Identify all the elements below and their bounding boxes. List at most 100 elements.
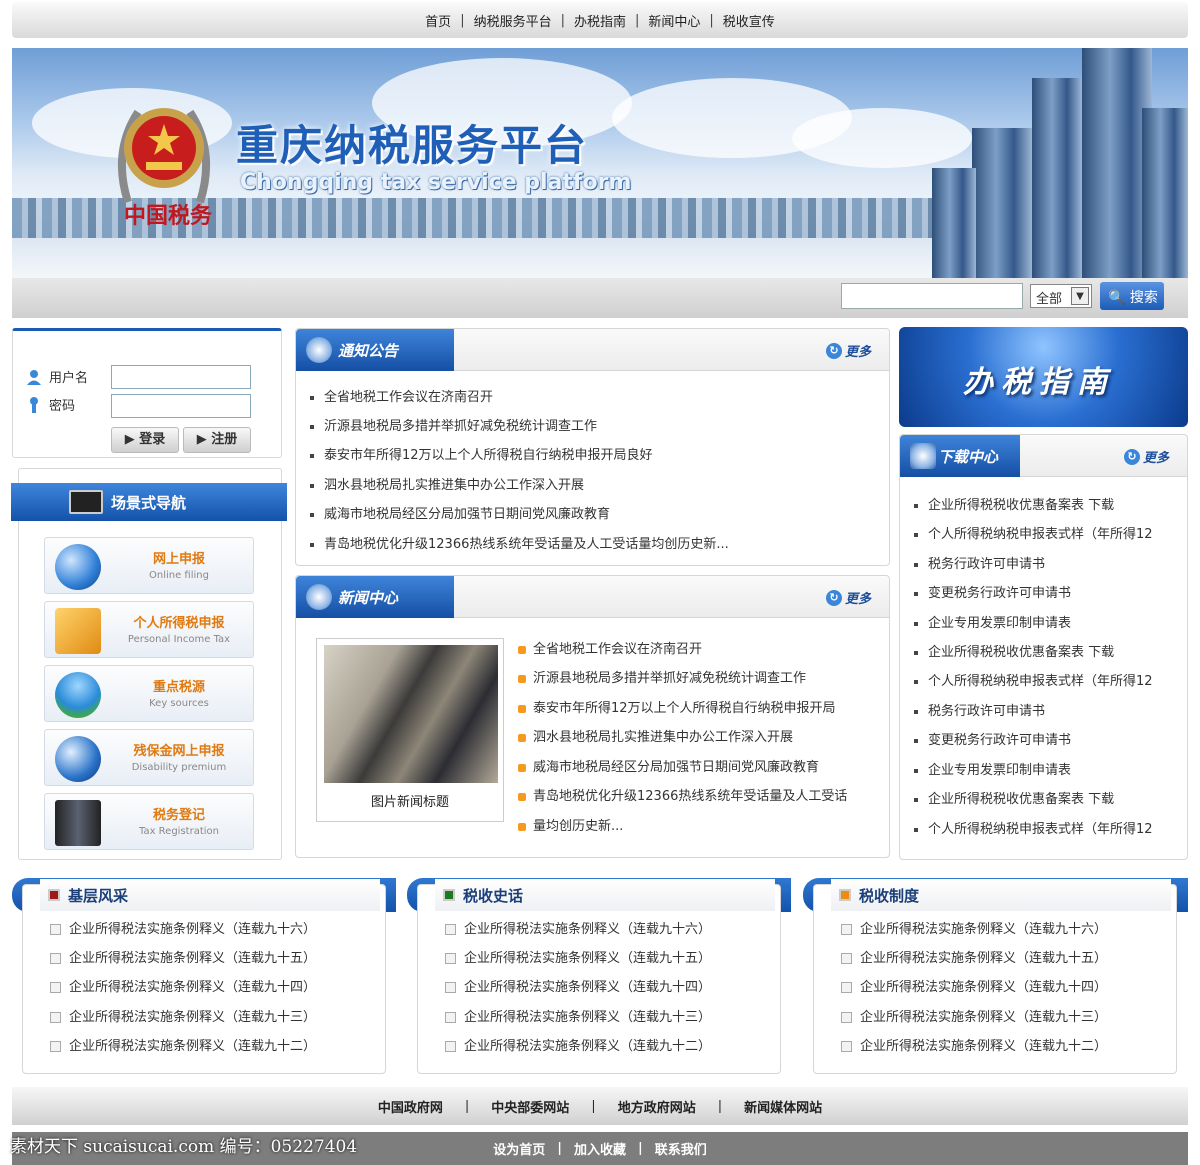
scene-item-sublabel: Key sources bbox=[149, 698, 209, 709]
refresh-arrow-icon: ↻ bbox=[825, 342, 842, 359]
scene-navigation-panel: 场景式导航 网上申报 Online filing 个人所得税申报 Persona… bbox=[11, 468, 287, 860]
download-item[interactable]: 企业专用发票印制申请表 bbox=[914, 612, 1071, 631]
search-button[interactable]: 🔍 搜索 bbox=[1100, 282, 1164, 310]
more-label: 更多 bbox=[844, 345, 871, 360]
download-item[interactable]: 企业所得税税收优惠备案表 下载 bbox=[914, 494, 1114, 513]
notice-item[interactable]: 威海市地税局经区分局加强节日期间党风廉政教育 bbox=[310, 503, 610, 522]
china-tax-logo-text: 中国税务 bbox=[124, 203, 213, 229]
section-square-icon bbox=[443, 889, 455, 901]
section-title: 税收史话 bbox=[463, 887, 524, 905]
nav-tax-promotion[interactable]: 税收宣传 bbox=[723, 11, 775, 30]
news-item[interactable]: 全省地税工作会议在济南召开 bbox=[518, 638, 702, 657]
username-field[interactable] bbox=[111, 365, 251, 389]
tax-guide-banner[interactable]: 办税指南 bbox=[899, 327, 1188, 427]
section-item[interactable]: 企业所得税法实施条例释义（连载九十五） bbox=[841, 947, 1107, 966]
download-item[interactable]: 企业专用发票印制申请表 bbox=[914, 759, 1071, 778]
photo-caption: 图片新闻标题 bbox=[370, 795, 449, 810]
nav-home[interactable]: 首页 bbox=[425, 11, 451, 30]
section-item[interactable]: 企业所得税法实施条例释义（连载九十四） bbox=[841, 976, 1107, 995]
download-item[interactable]: 税务行政许可申请书 bbox=[914, 553, 1045, 572]
download-tab: 下载中心 bbox=[900, 435, 1020, 477]
notice-more-link[interactable]: ↻ 更多 bbox=[825, 341, 871, 360]
download-item[interactable]: 个人所得税纳税申报表式样（年所得12 bbox=[914, 670, 1153, 689]
scene-item-label: 个人所得税申报 bbox=[133, 616, 225, 631]
news-item[interactable]: 泗水县地税局扎实推进集中办公工作深入开展 bbox=[518, 726, 793, 745]
section-header: 税收史话 bbox=[435, 879, 775, 911]
section-item[interactable]: 企业所得税法实施条例释义（连载九十四） bbox=[50, 976, 316, 995]
notice-item[interactable]: 全省地税工作会议在济南召开 bbox=[310, 386, 493, 405]
search-input[interactable] bbox=[841, 283, 1023, 309]
header-banner: 中国税务 重庆纳税服务平台 Chongqing tax service plat… bbox=[12, 48, 1188, 278]
section-item[interactable]: 企业所得税法实施条例释义（连载九十二） bbox=[841, 1035, 1107, 1054]
key-icon bbox=[30, 396, 38, 413]
notice-item[interactable]: 泗水县地税局扎实推进集中办公工作深入开展 bbox=[310, 474, 584, 493]
more-label: 更多 bbox=[1142, 451, 1169, 466]
section-title: 税收制度 bbox=[859, 887, 920, 905]
set-homepage-link[interactable]: 设为首页 bbox=[493, 1139, 545, 1158]
nav-tax-guide[interactable]: 办税指南 bbox=[574, 11, 626, 30]
notice-title: 通知公告 bbox=[338, 342, 399, 360]
section-square-icon bbox=[839, 889, 851, 901]
download-item[interactable]: 企业所得税税收优惠备案表 下载 bbox=[914, 641, 1114, 660]
download-item[interactable]: 企业所得税税收优惠备案表 下载 bbox=[914, 788, 1114, 807]
news-item[interactable]: 青岛地税优化升级12366热线系统年受话量及人工受话 bbox=[518, 785, 847, 804]
search-scope-select[interactable]: 全部 ▼ bbox=[1030, 284, 1092, 308]
section-item[interactable]: 企业所得税法实施条例释义（连载九十二） bbox=[445, 1035, 711, 1054]
section-item[interactable]: 企业所得税法实施条例释义（连载九十三） bbox=[445, 1006, 711, 1025]
link-central-ministries[interactable]: 中央部委网站 bbox=[491, 1097, 569, 1116]
link-local-government[interactable]: 地方政府网站 bbox=[618, 1097, 696, 1116]
news-more-link[interactable]: ↻ 更多 bbox=[825, 588, 871, 607]
scene-item-label: 税务登记 bbox=[152, 808, 205, 823]
password-field[interactable] bbox=[111, 394, 251, 418]
scene-item-key-sources[interactable]: 重点税源 Key sources bbox=[44, 665, 254, 722]
nav-tax-service-platform[interactable]: 纳税服务平台 bbox=[474, 11, 552, 30]
download-item[interactable]: 个人所得税纳税申报表式样（年所得12 bbox=[914, 523, 1153, 542]
news-item[interactable]: 泰安市年所得12万以上个人所得税自行纳税申报开局 bbox=[518, 697, 836, 716]
notice-item[interactable]: 青岛地税优化升级12366热线系统年受话量及人工受话量均创历史新... bbox=[310, 533, 729, 552]
login-button[interactable]: ▶ 登录 bbox=[111, 427, 179, 453]
download-item[interactable]: 变更税务行政许可申请书 bbox=[914, 729, 1071, 748]
scene-item-label: 网上申报 bbox=[152, 552, 205, 567]
nav-news-center[interactable]: 新闻中心 bbox=[648, 11, 700, 30]
contact-us-link[interactable]: 联系我们 bbox=[655, 1139, 707, 1158]
download-header: 下载中心 ↻ 更多 bbox=[900, 435, 1187, 477]
news-item[interactable]: 量均创历史新... bbox=[518, 815, 623, 834]
section-header: 税收制度 bbox=[831, 879, 1171, 911]
link-china-government[interactable]: 中国政府网 bbox=[378, 1097, 443, 1116]
scene-navigation-title: 场景式导航 bbox=[111, 494, 187, 512]
more-label: 更多 bbox=[844, 592, 871, 607]
download-more-link[interactable]: ↻ 更多 bbox=[1123, 447, 1169, 466]
refresh-arrow-icon: ↻ bbox=[825, 589, 842, 606]
box-icon bbox=[55, 608, 101, 654]
news-item[interactable]: 沂源县地税局多措并举抓好减免税统计调查工作 bbox=[518, 667, 806, 686]
news-item[interactable]: 威海市地税局经区分局加强节日期间党风廉政教育 bbox=[518, 756, 819, 775]
notice-item[interactable]: 泰安市年所得12万以上个人所得税自行纳税申报开局良好 bbox=[310, 444, 653, 463]
download-item[interactable]: 个人所得税纳税申报表式样（年所得12 bbox=[914, 818, 1153, 837]
globe-mail-icon bbox=[55, 544, 101, 590]
download-item[interactable]: 变更税务行政许可申请书 bbox=[914, 582, 1071, 601]
section-item[interactable]: 企业所得税法实施条例释义（连载九十六） bbox=[841, 918, 1107, 937]
register-button[interactable]: ▶ 注册 bbox=[183, 427, 251, 453]
scene-item-personal-income-tax[interactable]: 个人所得税申报 Personal Income Tax bbox=[44, 601, 254, 658]
section-item[interactable]: 企业所得税法实施条例释义（连载九十六） bbox=[50, 918, 316, 937]
section-item[interactable]: 企业所得税法实施条例释义（连载九十三） bbox=[841, 1006, 1107, 1025]
scene-item-sublabel: Tax Registration bbox=[139, 826, 219, 837]
section-item[interactable]: 企业所得税法实施条例释义（连载九十五） bbox=[50, 947, 316, 966]
section-item[interactable]: 企业所得税法实施条例释义（连载九十四） bbox=[445, 976, 711, 995]
section-item[interactable]: 企业所得税法实施条例释义（连载九十三） bbox=[50, 1006, 316, 1025]
section-item[interactable]: 企业所得税法实施条例释义（连载九十二） bbox=[50, 1035, 316, 1054]
scene-item-online-filing[interactable]: 网上申报 Online filing bbox=[44, 537, 254, 594]
notice-header: 通知公告 ↻ 更多 bbox=[296, 329, 889, 371]
section-item[interactable]: 企业所得税法实施条例释义（连载九十六） bbox=[445, 918, 711, 937]
notice-item[interactable]: 沂源县地税局多措并举抓好减免税统计调查工作 bbox=[310, 415, 597, 434]
username-row: 用户名 bbox=[25, 367, 88, 386]
add-favorite-link[interactable]: 加入收藏 bbox=[574, 1139, 626, 1158]
section-item[interactable]: 企业所得税法实施条例释义（连载九十五） bbox=[445, 947, 711, 966]
top-navigation: 首页 | 纳税服务平台 | 办税指南 | 新闻中心 | 税收宣传 bbox=[12, 2, 1188, 38]
download-item[interactable]: 税务行政许可申请书 bbox=[914, 700, 1045, 719]
building bbox=[1142, 108, 1188, 278]
link-news-media[interactable]: 新闻媒体网站 bbox=[744, 1097, 822, 1116]
scene-item-tax-registration[interactable]: 税务登记 Tax Registration bbox=[44, 793, 254, 850]
scene-item-disability-premium[interactable]: 残保金网上申报 Disability premium bbox=[44, 729, 254, 786]
photo-news[interactable]: 图片新闻标题 bbox=[316, 638, 504, 822]
